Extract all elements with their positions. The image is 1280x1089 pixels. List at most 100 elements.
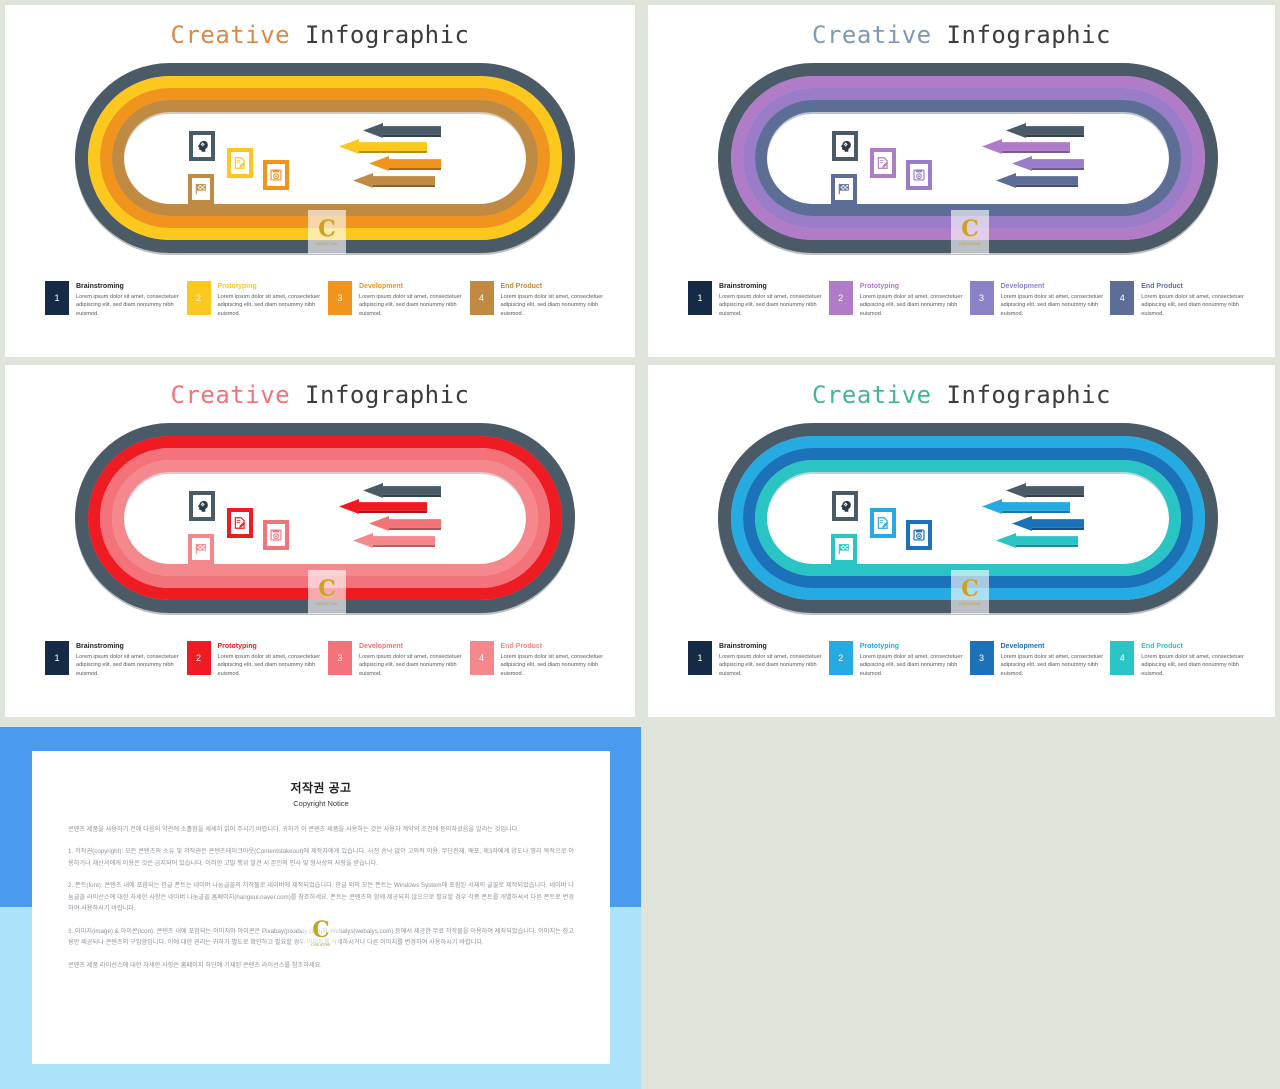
legend-heading: Development xyxy=(1000,643,1045,650)
loop-ring xyxy=(755,100,1181,216)
legend-heading: Prototyping xyxy=(859,643,900,650)
legend: 1 Brainstroming Lorem ipsum dolor sit amet… xyxy=(45,641,611,679)
legend-item[interactable]: 2 Prototyping Lorem ipsum dolor sit amet, … xyxy=(186,281,329,319)
legend-item[interactable]: 3 Development Lorem ipsum dolor sit amet, … xyxy=(969,641,1111,679)
legend-text: Brainstroming Lorem ipsum dolor sit amet,… xyxy=(76,281,187,319)
legend-body: Lorem ipsum dolor sit amet, consectetuer… xyxy=(500,653,604,677)
image-file-icon-box[interactable] xyxy=(263,520,289,550)
copyright-paragraph: 콘텐츠 제품 라이선스에 대한 자세한 사항은 홈페이지 하단에 기재된 콘텐츠… xyxy=(68,961,323,969)
image-file-icon xyxy=(269,528,283,542)
head-gear-icon xyxy=(838,139,852,153)
pencil-document-icon-box[interactable] xyxy=(870,148,896,178)
pencil-document-icon-box[interactable] xyxy=(870,508,896,538)
legend-heading: End Product xyxy=(1141,283,1183,290)
head-gear-icon-box[interactable] xyxy=(832,131,858,161)
legend-body: Lorem ipsum dolor sit amet, consectetuer… xyxy=(217,653,321,677)
legend-text: Brainstroming Lorem ipsum dolor sit amet,… xyxy=(719,641,829,679)
legend-item[interactable]: 1 Brainstroming Lorem ipsum dolor sit amet… xyxy=(45,641,187,679)
infographic-slide-purple: Creative Infographic C CREATIVE 1 Brainstrom… xyxy=(648,5,1275,357)
checkered-flag-icon xyxy=(194,542,208,556)
legend-number-badge: 3 xyxy=(969,281,994,315)
image-file-icon-box[interactable] xyxy=(263,160,289,190)
legend-heading: End Product xyxy=(500,643,543,650)
checkered-flag-icon xyxy=(837,182,851,196)
legend-item[interactable]: 2 Prototyping Lorem ipsum dolor sit amet, … xyxy=(828,641,970,679)
legend: 1 Brainstroming Lorem ipsum dolor sit amet… xyxy=(688,281,1251,319)
loop-track xyxy=(75,63,575,255)
checkered-flag-icon-box[interactable] xyxy=(831,174,857,204)
head-gear-icon-box[interactable] xyxy=(189,131,215,161)
legend-number-badge: 4 xyxy=(469,641,494,675)
legend-body: Lorem ipsum dolor sit amet, consectetuer… xyxy=(359,293,462,317)
legend-item[interactable]: 4 End Product Lorem ipsum dolor sit amet, … xyxy=(1110,281,1251,319)
copyright-title-english: Copyright Notice xyxy=(293,799,349,808)
legend-number-badge: 1 xyxy=(688,641,712,675)
legend-body: Lorem ipsum dolor sit amet, consectetuer… xyxy=(76,293,179,317)
image-file-icon-box[interactable] xyxy=(906,160,932,190)
legend-body: Lorem ipsum dolor sit amet, consectetuer… xyxy=(359,653,462,677)
legend-text: Brainstroming Lorem ipsum dolor sit amet,… xyxy=(719,281,829,319)
page-title-rest: Infographic xyxy=(290,21,470,49)
infographic-slide-red: Creative Infographic C CREATIVE 1 Brainstrom… xyxy=(5,365,635,717)
legend-heading: Development xyxy=(359,283,403,290)
loop-ring xyxy=(112,460,538,576)
pencil-document-icon-box[interactable] xyxy=(227,508,253,538)
head-gear-icon-box[interactable] xyxy=(189,491,215,521)
legend-heading: End Product xyxy=(500,283,543,290)
loop-ring xyxy=(112,100,538,216)
legend-text: Development Lorem ipsum dolor sit amet, c… xyxy=(1001,641,1111,679)
legend-text: End Product Lorem ipsum dolor sit amet, c… xyxy=(1141,641,1251,679)
legend-item[interactable]: 4 End Product Lorem ipsum dolor sit amet, … xyxy=(469,281,612,319)
head-gear-icon-box[interactable] xyxy=(832,491,858,521)
legend: 1 Brainstroming Lorem ipsum dolor sit amet… xyxy=(45,281,611,319)
legend-text: Development Lorem ipsum dolor sit amet, c… xyxy=(359,641,470,679)
checkered-flag-icon-box[interactable] xyxy=(831,534,857,564)
legend-item[interactable]: 1 Brainstroming Lorem ipsum dolor sit amet… xyxy=(45,281,187,319)
legend-body: Lorem ipsum dolor sit amet, consectetuer… xyxy=(859,653,963,677)
legend-heading: Prototyping xyxy=(859,283,900,290)
infographic-slide-blue: Creative Infographic C CREATIVE 1 Brainstrom… xyxy=(648,365,1275,717)
loop-track xyxy=(75,423,575,615)
head-gear-icon xyxy=(195,499,209,513)
legend-item[interactable]: 3 Development Lorem ipsum dolor sit amet, … xyxy=(969,281,1111,319)
legend-heading: Development xyxy=(359,643,403,650)
legend-item[interactable]: 4 End Product Lorem ipsum dolor sit amet, … xyxy=(1110,641,1251,679)
legend-text: End Product Lorem ipsum dolor sit amet, c… xyxy=(501,641,612,679)
page-title-accent: Creative xyxy=(170,21,291,49)
legend-heading: Brainstroming xyxy=(76,643,124,650)
legend-body: Lorem ipsum dolor sit amet, consectetuer… xyxy=(1000,293,1104,317)
legend-item[interactable]: 4 End Product Lorem ipsum dolor sit amet, … xyxy=(469,641,612,679)
copyright-frame: 저작권 공고 Copyright Notice 콘텐츠 제품을 사용하기 전에 … xyxy=(0,727,641,1089)
legend-item[interactable]: 1 Brainstroming Lorem ipsum dolor sit amet… xyxy=(688,641,829,679)
image-file-icon xyxy=(912,168,926,182)
legend-item[interactable]: 2 Prototyping Lorem ipsum dolor sit amet, … xyxy=(186,641,329,679)
legend-item[interactable]: 2 Prototyping Lorem ipsum dolor sit amet, … xyxy=(828,281,970,319)
pencil-document-icon-box[interactable] xyxy=(227,148,253,178)
legend-number-badge: 1 xyxy=(45,281,69,315)
legend-heading: End Product xyxy=(1141,643,1183,650)
legend-text: Development Lorem ipsum dolor sit amet, c… xyxy=(1001,281,1111,319)
legend-item[interactable]: 1 Brainstroming Lorem ipsum dolor sit amet… xyxy=(688,281,829,319)
legend-body: Lorem ipsum dolor sit amet, consectetuer… xyxy=(719,293,822,317)
copyright-paragraph: 3. 이미지(image) & 아이콘(icon): 콘텐츠 내에 포함되는 이… xyxy=(68,927,574,947)
legend-text: End Product Lorem ipsum dolor sit amet, c… xyxy=(501,281,612,319)
checkered-flag-icon-box[interactable] xyxy=(188,174,214,204)
page-title-rest: Infographic xyxy=(290,381,470,409)
legend-text: Prototyping Lorem ipsum dolor sit amet, c… xyxy=(218,641,329,679)
loop-track xyxy=(718,423,1218,615)
image-file-icon-box[interactable] xyxy=(906,520,932,550)
legend-text: Prototyping Lorem ipsum dolor sit amet, c… xyxy=(860,641,970,679)
page-title: Creative Infographic xyxy=(648,21,1275,49)
legend-item[interactable]: 3 Development Lorem ipsum dolor sit amet, … xyxy=(328,641,470,679)
page-title: Creative Infographic xyxy=(648,381,1275,409)
legend-heading: Prototyping xyxy=(217,643,257,650)
pencil-document-icon xyxy=(876,516,890,530)
legend-text: End Product Lorem ipsum dolor sit amet, c… xyxy=(1141,281,1251,319)
checkered-flag-icon xyxy=(194,182,208,196)
page-title-rest: Infographic xyxy=(931,381,1111,409)
copyright-paragraph: 1. 저작권(copyright): 모든 콘텐츠의 소유 및 저작권은 콘텐츠… xyxy=(68,848,574,867)
legend-number-badge: 4 xyxy=(1110,641,1135,675)
legend-item[interactable]: 3 Development Lorem ipsum dolor sit amet, … xyxy=(328,281,470,319)
head-gear-icon xyxy=(838,499,852,513)
checkered-flag-icon-box[interactable] xyxy=(188,534,214,564)
